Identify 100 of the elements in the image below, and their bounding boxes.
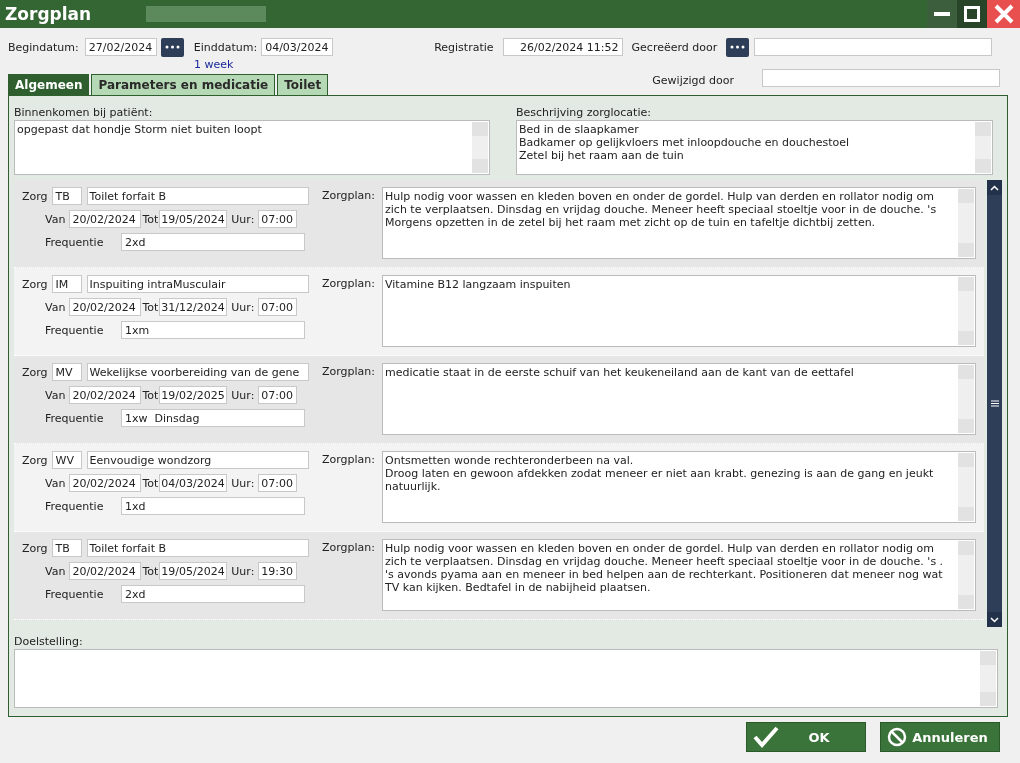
zorg-name-field[interactable]: Toilet forfait B (86, 539, 309, 557)
zorgplan-label: Zorgplan: (322, 452, 377, 468)
frequentie-field[interactable]: 1xm (121, 321, 305, 339)
zorgplan-field[interactable]: Hulp nodig voor wassen en kleden boven en onder de gordel. Hulp van derden en rollator nodig om zich te verplaatsen. Dinsdag en vrijdag douche. Meneer heeft speciaal stoeltje voor in de douche. 's Morgens opzetten in de zetel bij het raam met zicht op de tuin en tafeltje dichtbij zetten. (382, 187, 976, 259)
tot-date-field[interactable]: 31/12/2024 (159, 298, 228, 316)
van-date-field[interactable]: 20/02/2024 (69, 210, 142, 228)
van-label: Van (45, 300, 66, 314)
grip-icon[interactable] (990, 400, 999, 407)
gecreeerd-door-label: Gecreëerd door (631, 40, 718, 54)
window-title: Zorgplan (5, 4, 92, 24)
einddatum-label: Einddatum: (193, 40, 258, 54)
ellipsis-icon (164, 45, 180, 49)
code-field[interactable]: WV (51, 451, 82, 469)
registratie-field[interactable]: 26/02/2024 11:52 (502, 38, 623, 56)
code-field[interactable]: MV (51, 363, 82, 381)
van-date-field[interactable]: 20/02/2024 (69, 298, 142, 316)
frequentie-field[interactable]: 2xd (121, 233, 305, 251)
zorg-label: Zorg (22, 541, 48, 555)
scrollbar[interactable] (472, 122, 488, 173)
beschrijving-label: Beschrijving zorglocatie: (516, 106, 652, 120)
frequentie-label: Frequentie (45, 499, 105, 513)
time-field[interactable]: 07:00 (258, 474, 298, 492)
ok-button[interactable]: OK (746, 722, 866, 752)
maximize-icon (964, 6, 980, 22)
frequentie-label: Frequentie (45, 587, 105, 601)
tot-date-field[interactable]: 04/03/2024 (159, 474, 228, 492)
zorg-name-field[interactable]: Inspuiting intraMusculair (86, 275, 309, 293)
minimize-button[interactable] (927, 0, 957, 28)
time-field[interactable]: 19:30 (258, 562, 298, 580)
van-label: Van (45, 212, 66, 226)
van-date-field[interactable]: 20/02/2024 (69, 474, 142, 492)
scrollbar[interactable] (958, 541, 974, 609)
scrollbar[interactable] (958, 365, 974, 433)
minimize-icon (934, 12, 950, 16)
ellipsis-icon (730, 45, 746, 49)
zorgplan-label: Zorgplan: (322, 364, 377, 380)
tot-date-field[interactable]: 19/05/2024 (159, 562, 228, 580)
gewijzigd-door-label: Gewijzigd door (652, 74, 734, 87)
more-button[interactable] (160, 37, 184, 57)
doelstelling-field[interactable] (14, 649, 998, 708)
scrollbar[interactable] (958, 453, 974, 521)
code-field[interactable]: TB (51, 539, 82, 557)
zorgplan-label: Zorgplan: (322, 276, 377, 292)
frequentie-field[interactable]: 1xw Dinsdag (121, 409, 305, 427)
cancel-icon (887, 727, 907, 747)
frequentie-label: Frequentie (45, 235, 105, 249)
van-date-field[interactable]: 20/02/2024 (69, 562, 142, 580)
zorgplan-field[interactable]: Ontsmetten wonde rechteronderbeen na val. Droog laten en gewoon afdekken zodat meneer er niet aan krabt. genezing is aan de gang en jeukt natuurlijk. (382, 451, 976, 523)
tab[interactable]: Algemeen (8, 74, 90, 95)
einddatum-field[interactable]: 04/03/2024 (261, 38, 334, 56)
zorg-name-field[interactable]: Eenvoudige wondzorg (86, 451, 309, 469)
frequentie-label: Frequentie (45, 411, 105, 425)
uur-label: Uur: (231, 388, 255, 402)
zorg-label: Zorg (22, 453, 48, 467)
maximize-button[interactable] (957, 0, 987, 28)
code-field[interactable]: IM (51, 275, 82, 293)
zorgplan-field[interactable]: Hulp nodig voor wassen en kleden boven en onder de gordel. Hulp van derden en rollator nodig om zich te verplaatsen. Dinsdag en vrijdag douche. Meneer heeft speciaal stoeltje voor in de douche. 's . 's avonds pyama aan en meneer in bed helpen aan de rechterkant. Positioneren dat meneer nog wat TV kan kijken. Bedtafel in de nabijheid plaatsen. (382, 539, 976, 611)
tot-label: Tot (142, 212, 159, 226)
time-field[interactable]: 07:00 (258, 210, 298, 228)
zorgplan-field[interactable]: Vitamine B12 langzaam inspuiten (382, 275, 976, 347)
checkmark-icon (753, 726, 779, 748)
gecreeerd-door-field[interactable] (754, 38, 993, 56)
tot-date-field[interactable]: 19/05/2024 (159, 210, 228, 228)
van-date-field[interactable]: 20/02/2024 (69, 386, 142, 404)
cancel-button[interactable]: Annuleren (880, 722, 1000, 752)
zorg-name-field[interactable]: Wekelijkse voorbereiding van de gene (86, 363, 309, 381)
zorg-label: Zorg (22, 189, 48, 203)
zorg-name-field[interactable]: Toilet forfait B (86, 187, 309, 205)
scroll-up-icon[interactable] (990, 184, 999, 191)
scrollbar[interactable] (975, 122, 991, 173)
zorg-label: Zorg (22, 277, 48, 291)
uur-label: Uur: (231, 212, 255, 226)
scroll-down-icon[interactable] (990, 616, 999, 623)
binnenkomen-field[interactable]: opgepast dat hondje Storm niet buiten loopt (14, 120, 490, 175)
time-field[interactable]: 07:00 (258, 386, 298, 404)
tot-date-field[interactable]: 19/02/2025 (159, 386, 228, 404)
gewijzigd-door-field[interactable] (762, 69, 1000, 87)
scrollbar[interactable] (980, 651, 996, 706)
time-field[interactable]: 07:00 (258, 298, 298, 316)
frequentie-field[interactable]: 2xd (121, 585, 305, 603)
doelstelling-label: Doelstelling: (14, 635, 84, 649)
zorgplan-label: Zorgplan: (322, 540, 377, 556)
tab[interactable]: Parameters en medicatie (91, 74, 276, 95)
code-field[interactable]: TB (51, 187, 82, 205)
scrollbar[interactable] (958, 189, 974, 257)
more-button[interactable] (726, 37, 750, 57)
beschrijving-field[interactable]: Bed in de slaapkamer Badkamer op gelijkvloers met inloopdouche en douchestoel Zetel bij het raam aan de tuin (516, 120, 993, 175)
tab[interactable]: Toilet (277, 74, 329, 95)
begindatum-field[interactable]: 27/02/2024 (84, 38, 157, 56)
frequentie-field[interactable]: 1xd (121, 497, 305, 515)
tot-label: Tot (142, 300, 159, 314)
uur-label: Uur: (231, 300, 255, 314)
van-label: Van (45, 476, 66, 490)
scrollbar[interactable] (987, 180, 1002, 627)
van-label: Van (45, 388, 66, 402)
scrollbar[interactable] (958, 277, 974, 345)
close-button[interactable] (987, 0, 1020, 28)
zorgplan-field[interactable]: medicatie staat in de eerste schuif van het keukeneiland aan de kant van de eettafel (382, 363, 976, 435)
tot-label: Tot (142, 476, 159, 490)
zorgplan-label: Zorgplan: (322, 188, 377, 204)
